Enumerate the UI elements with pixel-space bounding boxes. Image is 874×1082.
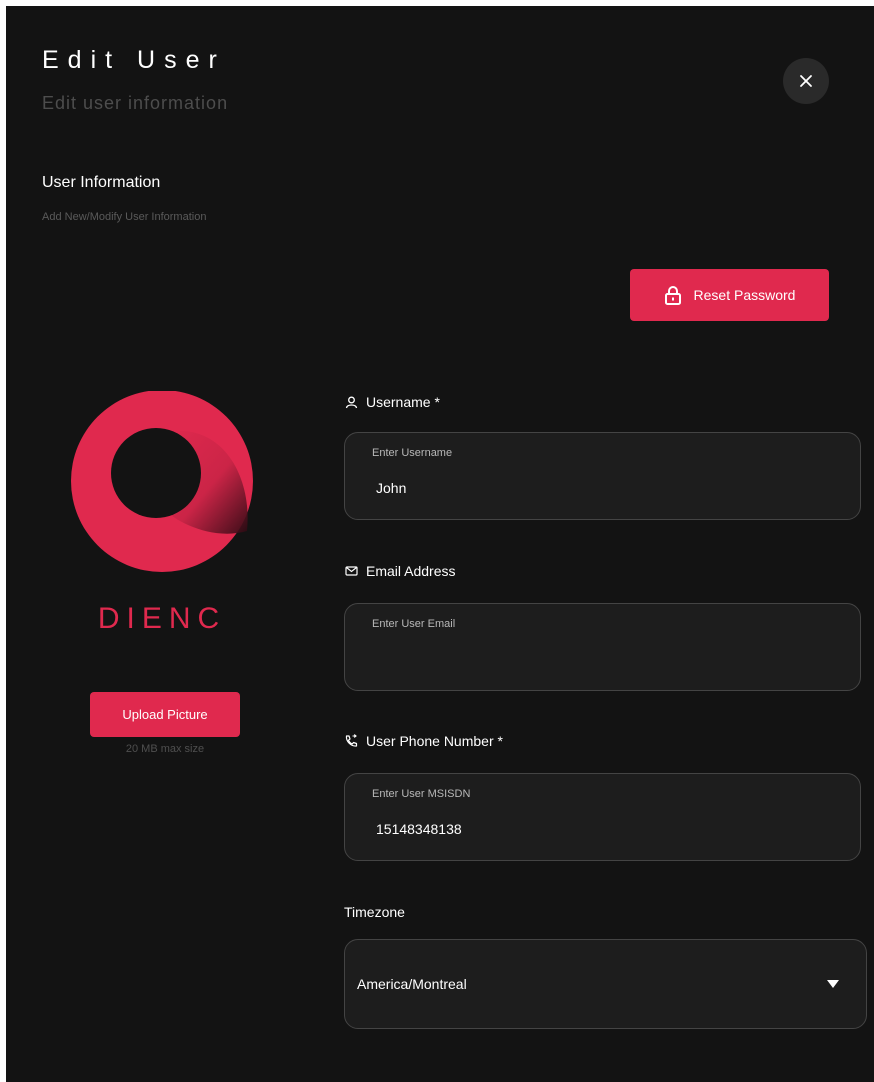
timezone-select[interactable]: America/Montreal (344, 939, 867, 1029)
reset-password-button[interactable]: Reset Password (630, 269, 829, 321)
phone-icon (344, 734, 358, 748)
close-icon (800, 75, 812, 87)
upload-size-hint: 20 MB max size (125, 743, 205, 755)
upload-picture-button[interactable]: Upload Picture (90, 692, 240, 737)
reset-password-label: Reset Password (693, 287, 796, 303)
phone-label-text: User Phone Number * (366, 733, 503, 749)
company-logo: DIENC (62, 390, 262, 635)
email-label-text: Email Address (366, 563, 456, 579)
phone-placeholder: Enter User MSISDN (372, 788, 471, 800)
phone-input[interactable] (376, 821, 816, 837)
section-title: User Information (42, 174, 161, 191)
phone-field[interactable]: Enter User MSISDN (344, 773, 861, 861)
username-label: Username * (344, 394, 440, 410)
user-icon (344, 395, 358, 409)
lock-icon (664, 286, 681, 305)
upload-picture-label: Upload Picture (122, 707, 208, 722)
timezone-selected-value: America/Montreal (357, 976, 467, 992)
phone-label: User Phone Number * (344, 733, 503, 749)
username-label-text: Username * (366, 394, 440, 410)
email-input[interactable] (376, 651, 816, 667)
username-placeholder: Enter Username (372, 447, 453, 459)
username-input[interactable] (376, 480, 816, 496)
page-subtitle: Edit user information (42, 93, 229, 113)
close-button[interactable] (783, 58, 829, 104)
email-label: Email Address (344, 563, 455, 579)
page-title: Edit User (42, 46, 226, 74)
envelope-icon (344, 564, 358, 578)
edit-user-modal: Edit User Edit user information User Inf… (6, 6, 874, 1082)
email-field[interactable]: Enter User Email (344, 603, 861, 691)
email-placeholder: Enter User Email (372, 618, 456, 630)
timezone-label: Timezone (344, 904, 405, 920)
section-subtitle: Add New/Modify User Information (42, 211, 207, 223)
logo-wordmark: DIENC (98, 602, 226, 631)
caret-down-icon (826, 978, 840, 990)
username-field[interactable]: Enter Username (344, 432, 861, 520)
